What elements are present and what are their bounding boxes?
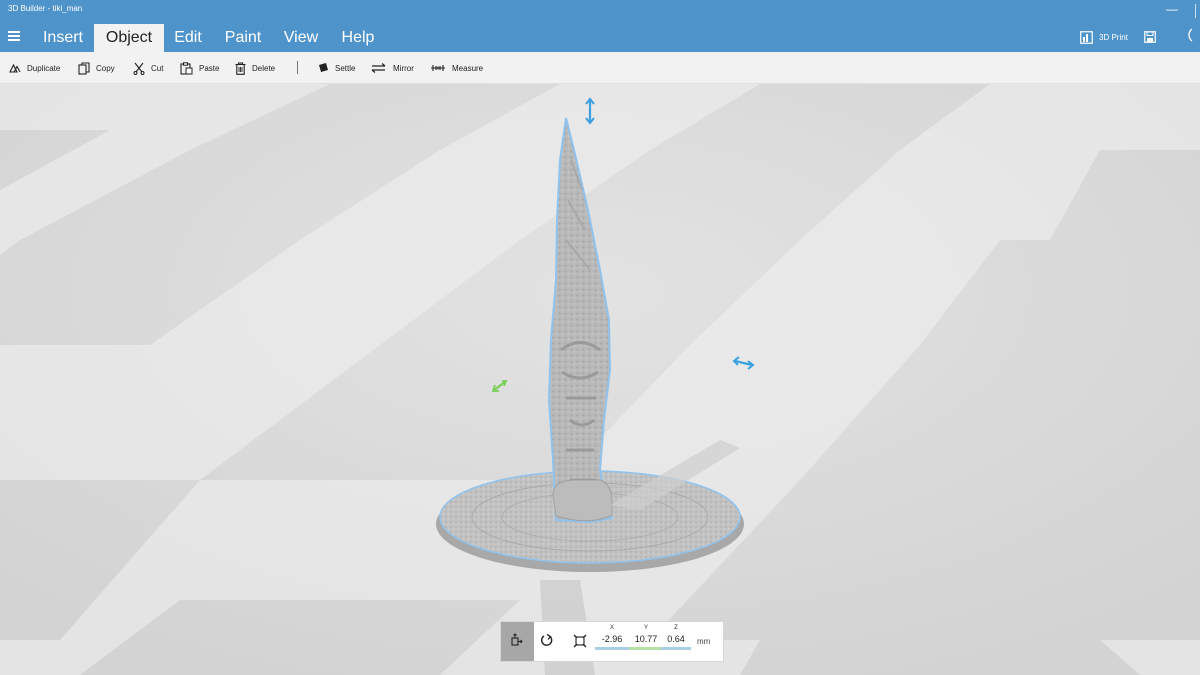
hamburger-icon[interactable]: [8, 31, 20, 41]
duplicate-button[interactable]: Duplicate: [9, 60, 60, 76]
measure-button[interactable]: Measure: [430, 60, 483, 76]
move-icon: [511, 633, 523, 646]
rotate-icon: [540, 633, 553, 646]
tab-object[interactable]: Object: [94, 24, 164, 52]
settle-button[interactable]: Settle: [317, 60, 355, 76]
cut-icon: [133, 62, 145, 75]
x-axis-label: X: [609, 625, 614, 631]
x-value: -2.96: [601, 634, 623, 644]
save-icon: [1144, 31, 1156, 43]
z-coordinate[interactable]: Z 0.64: [661, 625, 691, 650]
3d-viewport[interactable]: [0, 84, 1200, 675]
y-coordinate[interactable]: Y 10.77: [629, 625, 663, 650]
cut-button[interactable]: Cut: [133, 60, 163, 76]
print-icon: [1080, 30, 1093, 44]
y-axis-bar: [629, 647, 663, 650]
paste-icon: [180, 61, 193, 75]
copy-label: Copy: [96, 63, 115, 73]
copy-icon: [78, 61, 90, 75]
move-mode-button[interactable]: [501, 622, 534, 661]
scale-icon: [573, 634, 587, 648]
z-axis-label: Z: [674, 625, 678, 631]
build-plate-scene: [0, 84, 1200, 675]
paste-label: Paste: [199, 63, 220, 73]
tab-paint[interactable]: Paint: [220, 24, 266, 52]
measure-label: Measure: [452, 63, 484, 73]
mirror-label: Mirror: [393, 63, 414, 73]
delete-icon: [235, 61, 246, 75]
y-value: 10.77: [634, 634, 658, 644]
transform-panel: X -2.96 Y 10.77 Z 0.64 mm: [500, 621, 724, 662]
window-title: 3D Builder - tiki_man: [8, 4, 83, 13]
unit-label: mm: [697, 637, 711, 646]
tab-insert[interactable]: Insert: [33, 24, 93, 52]
copy-button[interactable]: Copy: [78, 60, 115, 76]
delete-label: Delete: [252, 63, 276, 73]
scale-mode-button[interactable]: [573, 634, 587, 653]
x-axis-bar: [595, 647, 629, 650]
title-and-menu-bar: 3D Builder - tiki_man — Insert Object Ed…: [0, 0, 1200, 52]
duplicate-label: Duplicate: [27, 63, 61, 73]
window-edge: [1195, 4, 1196, 18]
3d-print-button[interactable]: 3D Print: [1080, 29, 1128, 45]
y-axis-label: Y: [643, 625, 648, 631]
minimize-button[interactable]: —: [1166, 2, 1178, 16]
mirror-button[interactable]: Mirror: [371, 60, 414, 76]
z-value: 0.64: [667, 634, 685, 644]
tab-help[interactable]: Help: [334, 24, 382, 52]
rotate-mode-button[interactable]: [540, 633, 554, 652]
settle-icon: [319, 63, 328, 72]
delete-button[interactable]: Delete: [235, 60, 275, 76]
save-button[interactable]: [1144, 30, 1156, 48]
paste-button[interactable]: Paste: [180, 60, 219, 76]
tab-view[interactable]: View: [277, 24, 325, 52]
measure-icon: [431, 65, 445, 71]
x-coordinate[interactable]: X -2.96: [595, 625, 629, 650]
mirror-icon: [371, 63, 386, 73]
toolbar-divider: [297, 61, 298, 74]
3d-print-label: 3D Print: [1099, 32, 1128, 42]
z-axis-bar: [661, 647, 691, 650]
duplicate-icon: [9, 63, 21, 73]
more-icon[interactable]: [1186, 28, 1196, 47]
object-toolbar: Duplicate Copy Cut Paste Delete Settle M…: [0, 52, 1200, 84]
tab-edit[interactable]: Edit: [166, 24, 210, 52]
settle-label: Settle: [335, 63, 356, 73]
cut-label: Cut: [151, 63, 164, 73]
